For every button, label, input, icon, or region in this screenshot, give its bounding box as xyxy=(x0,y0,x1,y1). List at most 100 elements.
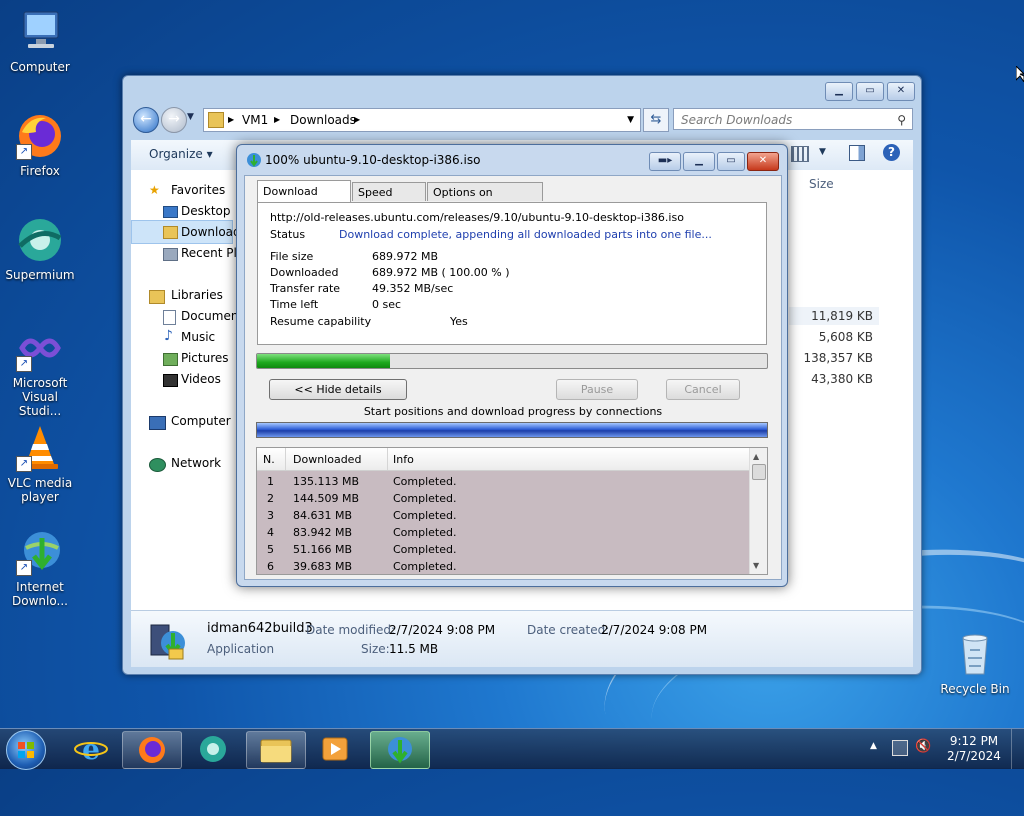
nav-pictures[interactable]: Pictures xyxy=(181,351,229,365)
explorer-window-controls: ▁ ▭ ✕ xyxy=(825,82,915,101)
start-button[interactable] xyxy=(6,730,46,770)
cancel-button[interactable]: Cancel xyxy=(666,379,740,400)
conn-number: 5 xyxy=(267,543,274,556)
organize-button[interactable]: Organize ▾ xyxy=(149,147,213,161)
desktop-icon-computer[interactable]: Computer xyxy=(0,8,80,74)
conn-info: Completed. xyxy=(393,526,457,539)
column-header-downloaded[interactable]: Downloaded xyxy=(293,453,361,466)
volume-muted-icon[interactable]: 🔇 xyxy=(915,739,931,754)
scrollbar-thumb[interactable] xyxy=(752,464,766,480)
resume-capability-value: Yes xyxy=(450,315,468,328)
conn-downloaded: 135.113 MB xyxy=(293,475,360,488)
file-size-cell: 43,380 KB xyxy=(811,372,873,386)
nav-recent-places[interactable]: Recent Pla xyxy=(181,246,244,260)
recent-places-icon xyxy=(163,248,178,261)
search-icon[interactable]: ⚲ xyxy=(897,109,906,131)
scroll-up-icon[interactable]: ▲ xyxy=(753,452,759,461)
taskbar-internet-explorer[interactable]: e xyxy=(62,731,120,767)
taskbar-firefox[interactable] xyxy=(122,731,182,769)
pause-button[interactable]: Pause xyxy=(556,379,638,400)
network-tray-icon[interactable] xyxy=(892,740,908,756)
nav-music[interactable]: Music xyxy=(181,330,215,344)
table-row[interactable]: 3 84.631 MB Completed. xyxy=(257,507,749,524)
scroll-down-icon[interactable]: ▼ xyxy=(753,561,759,570)
view-options-icon[interactable] xyxy=(791,146,809,162)
idm-to-tray-button[interactable]: ▬▸ xyxy=(649,152,681,171)
search-input[interactable]: Search Downloads ⚲ xyxy=(673,108,913,130)
table-row[interactable]: 6 39.683 MB Completed. xyxy=(257,558,749,574)
refresh-icon[interactable]: ⇆ xyxy=(643,108,669,132)
tab-speed-limiter[interactable]: Speed Limiter xyxy=(352,182,426,218)
nav-computer[interactable]: Computer xyxy=(171,414,231,428)
taskbar-explorer[interactable] xyxy=(246,731,306,769)
desktop-icon-label: Supermium xyxy=(5,268,75,282)
desktop-icon-idm[interactable]: ↗ Internet Downlo... xyxy=(0,528,80,608)
idm-close-button[interactable]: ✕ xyxy=(747,152,779,171)
tray-clock[interactable]: 9:12 PM 2/7/2024 xyxy=(940,734,1008,764)
back-button[interactable]: ← xyxy=(133,107,159,133)
hide-details-button[interactable]: << Hide details xyxy=(269,379,407,400)
idm-dialog-title: 100% ubuntu-9.10-desktop-i386.iso xyxy=(265,153,481,167)
connections-scrollbar[interactable]: ▲ ▼ xyxy=(749,448,767,574)
show-hidden-icons-arrow-icon[interactable]: ▲ xyxy=(870,741,877,751)
address-dropdown-icon[interactable]: ▼ xyxy=(627,109,634,131)
column-header-info[interactable]: Info xyxy=(393,453,414,466)
nav-videos[interactable]: Videos xyxy=(181,372,221,386)
downloads-folder-icon xyxy=(163,226,178,239)
connections-rows: 1 135.113 MB Completed. 2 144.509 MB Complet… xyxy=(257,471,749,574)
details-size: 11.5 MB xyxy=(389,642,439,656)
idm-globe-icon xyxy=(388,737,412,764)
svg-text:e: e xyxy=(82,733,100,766)
time-left-value: 0 sec xyxy=(372,298,402,311)
explorer-maximize-button[interactable]: ▭ xyxy=(856,82,884,101)
favorites-star-icon: ★ xyxy=(149,183,160,197)
desktop-icon-visual-studio[interactable]: ↗ Microsoft Visual Studi... xyxy=(0,324,80,418)
conn-number: 1 xyxy=(267,475,274,488)
tab-options-on-completion[interactable]: Options on completion xyxy=(427,182,543,218)
column-header-size[interactable]: Size xyxy=(809,177,834,191)
view-dropdown-icon[interactable]: ▼ xyxy=(819,147,826,157)
status-value: Download complete, appending all downloa… xyxy=(339,228,712,241)
recent-pages-chevron-icon[interactable]: ▼ xyxy=(187,112,194,122)
nav-desktop[interactable]: Desktop xyxy=(181,204,231,218)
computer-nav-icon xyxy=(149,416,166,430)
desktop-icon-firefox[interactable]: ↗ Firefox xyxy=(0,112,80,178)
table-row[interactable]: 2 144.509 MB Completed. xyxy=(257,490,749,507)
details-date-modified: 2/7/2024 9:08 PM xyxy=(389,623,496,637)
downloaded-label: Downloaded xyxy=(270,266,339,279)
nav-documents[interactable]: Document xyxy=(181,309,243,323)
forward-button[interactable]: → xyxy=(161,107,187,133)
breadcrumb-downloads[interactable]: Downloads xyxy=(290,109,356,131)
connections-progress-bar xyxy=(256,422,768,438)
details-pane: idman642build3 Application Date modified… xyxy=(131,610,913,667)
idm-maximize-button[interactable]: ▭ xyxy=(717,152,745,171)
address-bar[interactable]: ▶ VM1 ▶ Downloads ▶ ▼ xyxy=(203,108,641,132)
nav-network[interactable]: Network xyxy=(171,456,221,470)
show-desktop-button[interactable] xyxy=(1011,729,1024,769)
taskbar-supermium[interactable] xyxy=(184,731,242,767)
clock-time: 9:12 PM xyxy=(949,734,999,748)
desktop-icon-vlc[interactable]: ↗ VLC media player xyxy=(0,424,80,504)
preview-pane-icon[interactable] xyxy=(849,145,865,161)
conn-downloaded: 83.942 MB xyxy=(293,526,353,539)
breadcrumb-vm1[interactable]: VM1 xyxy=(242,109,268,131)
table-row[interactable]: 4 83.942 MB Completed. xyxy=(257,524,749,541)
table-row[interactable]: 1 135.113 MB Completed. xyxy=(257,473,749,490)
download-progress-fill xyxy=(257,354,390,368)
taskbar-media-player[interactable] xyxy=(306,731,364,767)
column-header-n[interactable]: N. xyxy=(263,453,275,466)
desktop-icon-recycle-bin[interactable]: Recycle Bin xyxy=(935,630,1015,696)
tab-download-status[interactable]: Download status xyxy=(257,180,351,220)
explorer-close-button[interactable]: ✕ xyxy=(887,82,915,101)
desktop-icon-label: Firefox xyxy=(20,164,60,178)
table-row[interactable]: 5 51.166 MB Completed. xyxy=(257,541,749,558)
column-divider xyxy=(387,448,388,470)
help-icon[interactable]: ? xyxy=(883,144,900,161)
idm-minimize-button[interactable]: ▁ xyxy=(683,152,715,171)
taskbar-idm[interactable] xyxy=(370,731,430,769)
nav-downloads[interactable]: Download xyxy=(181,225,241,239)
explorer-minimize-button[interactable]: ▁ xyxy=(825,82,853,101)
nav-libraries[interactable]: Libraries xyxy=(171,288,223,302)
nav-favorites[interactable]: Favorites xyxy=(171,183,225,197)
desktop-icon-supermium[interactable]: Supermium xyxy=(0,216,80,282)
